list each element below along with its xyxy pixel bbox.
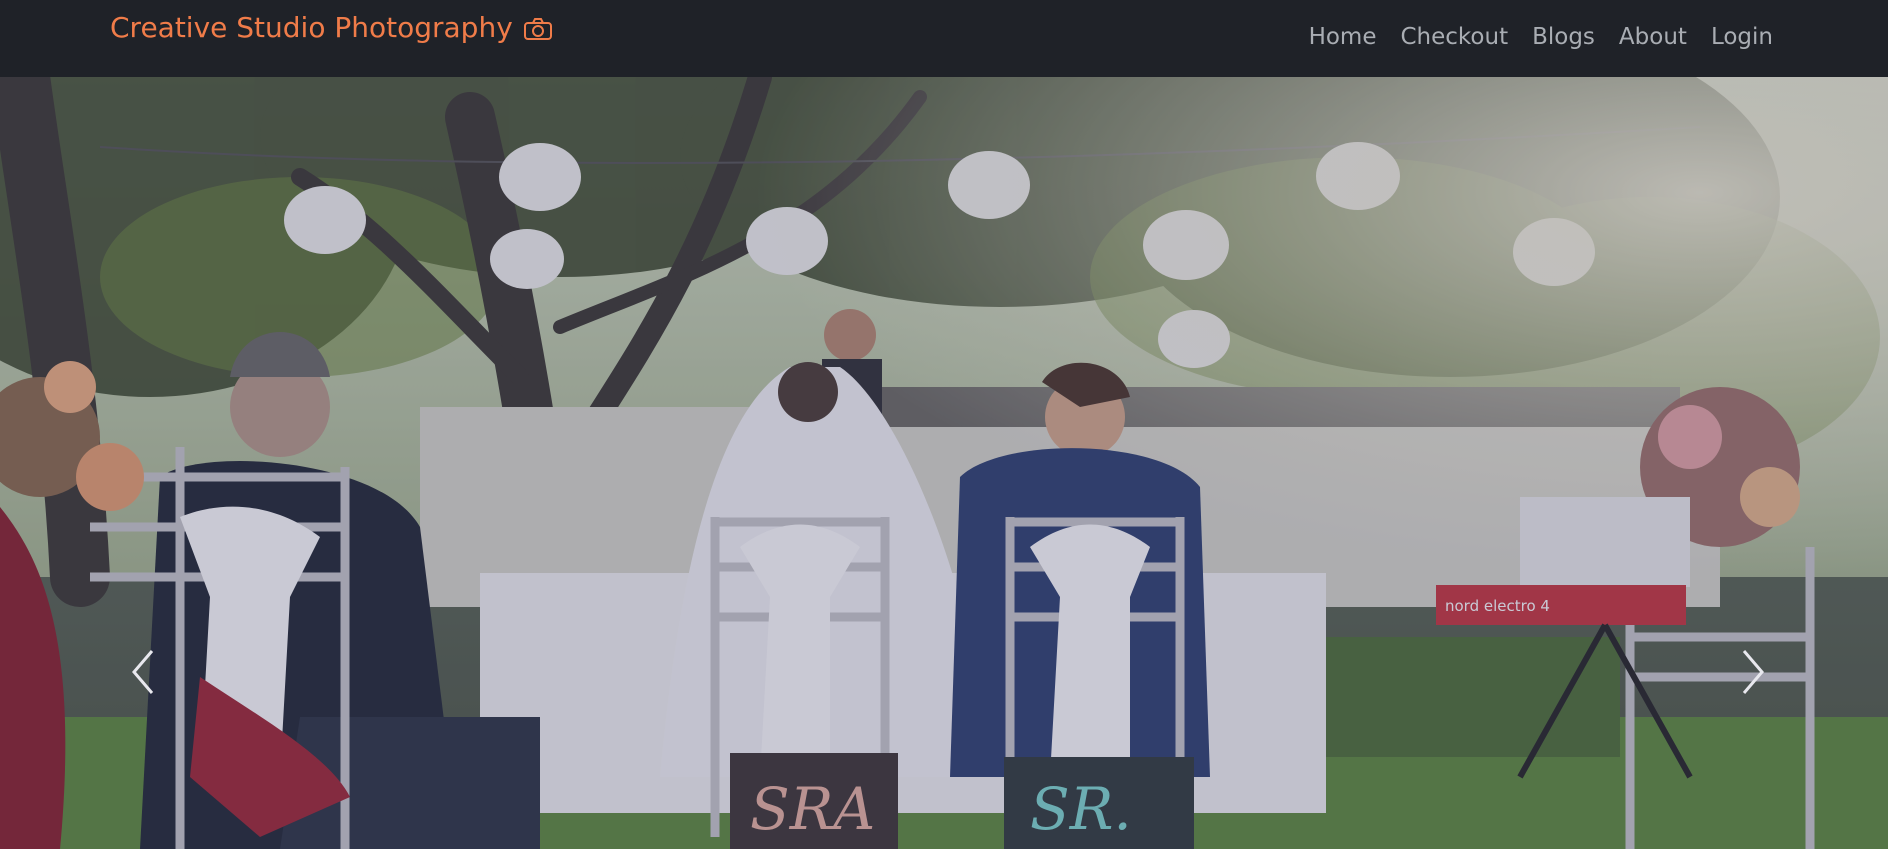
- carousel-prev-button[interactable]: [128, 647, 158, 697]
- nav-links: Home Checkout Blogs About Login: [1309, 22, 1773, 52]
- chevron-right-icon: [1742, 650, 1764, 694]
- nav-checkout[interactable]: Checkout: [1400, 22, 1508, 52]
- nav-login[interactable]: Login: [1711, 22, 1773, 52]
- hero-carousel: nord electro 4 SRA SR.: [0, 77, 1888, 849]
- nav-blogs[interactable]: Blogs: [1532, 22, 1595, 52]
- nav-about[interactable]: About: [1619, 22, 1687, 52]
- top-navbar: Creative Studio Photography Home Checkou…: [0, 0, 1888, 77]
- brand-title: Creative Studio Photography: [110, 11, 513, 44]
- carousel-next-button[interactable]: [1738, 647, 1768, 697]
- chevron-left-icon: [132, 650, 154, 694]
- camera-icon: [523, 18, 552, 40]
- brand-link[interactable]: Creative Studio Photography: [110, 10, 553, 46]
- hero-tint-overlay: [0, 77, 1888, 849]
- nav-home[interactable]: Home: [1309, 22, 1377, 52]
